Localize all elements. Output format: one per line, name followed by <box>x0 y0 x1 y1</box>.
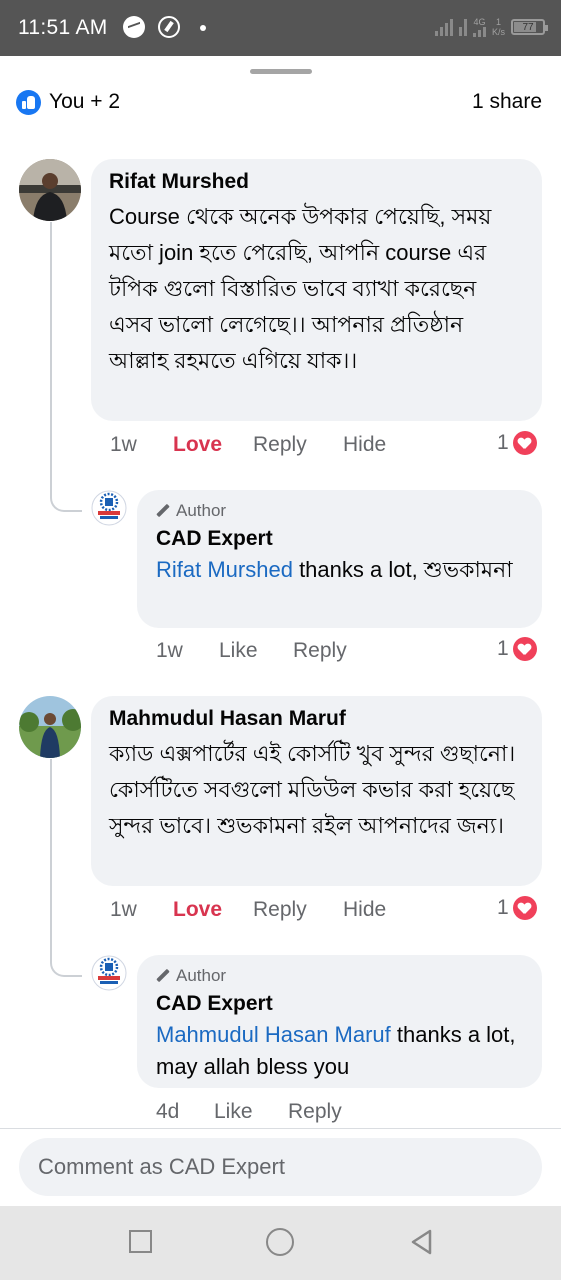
thread-line <box>50 759 52 959</box>
back-icon[interactable] <box>408 1228 436 1256</box>
signal-icon-3 <box>472 27 486 37</box>
network-indicator: 4G <box>472 17 486 37</box>
reply-bubble[interactable]: Author CAD Expert Mahmudul Hasan Maruf t… <box>137 955 542 1088</box>
comment-actions: 1w Love Reply Hide <box>110 896 386 924</box>
comment-time: 1w <box>110 433 137 456</box>
reply-text: Mahmudul Hasan Maruf thanks a lot, may a… <box>156 1022 516 1079</box>
battery-icon: 77 <box>511 19 548 35</box>
comment-composer[interactable] <box>19 1138 542 1196</box>
share-count[interactable]: 1 share <box>472 90 542 114</box>
thread-connector <box>50 959 82 977</box>
reaction-summary[interactable]: You + 2 <box>49 90 120 114</box>
author-badge: Author <box>156 500 523 522</box>
speed-indicator: 1 K/s <box>491 17 505 37</box>
heart-icon <box>512 637 537 661</box>
avatar[interactable] <box>19 696 81 758</box>
sheet-drag-handle[interactable] <box>250 69 312 74</box>
reply-time: 1w <box>156 639 183 662</box>
love-button[interactable]: Love <box>173 898 253 922</box>
reply-actions: 4d Like Reply <box>156 1098 342 1126</box>
clock: 11:51 AM <box>18 16 108 39</box>
status-bar: 11:51 AM 4G 1 K/s 77 <box>0 0 561 56</box>
heart-icon <box>512 431 537 455</box>
sync-icon <box>158 16 180 38</box>
reply-bubble[interactable]: Author CAD Expert Rifat Murshed thanks a… <box>137 490 542 628</box>
reply-text: Rifat Murshed thanks a lot, শুভকামনা <box>156 557 513 582</box>
reply-time: 4d <box>156 1100 180 1123</box>
reply-author[interactable]: CAD Expert <box>156 526 523 552</box>
notification-dot-icon <box>200 25 206 31</box>
messenger-icon <box>123 16 145 38</box>
composer-divider <box>0 1128 561 1129</box>
home-icon[interactable] <box>266 1228 294 1256</box>
like-icon <box>16 90 41 115</box>
mention-link[interactable]: Rifat Murshed <box>156 557 293 582</box>
comment-input[interactable] <box>19 1138 542 1196</box>
mention-link[interactable]: Mahmudul Hasan Maruf <box>156 1022 391 1047</box>
reply-button[interactable]: Reply <box>253 898 343 922</box>
comment-author[interactable]: Mahmudul Hasan Maruf <box>109 706 524 732</box>
comment-time: 1w <box>110 898 137 921</box>
reply-actions: 1w Like Reply <box>156 637 347 665</box>
status-indicators: 4G 1 K/s 77 <box>434 14 548 40</box>
comment-text: Course থেকে অনেক উপকার পেয়েছি, সময় মতো… <box>109 204 492 373</box>
reaction-count[interactable]: 1 <box>497 896 537 920</box>
recents-icon[interactable] <box>129 1230 152 1253</box>
comment-text: ক্যাড এক্সপার্টের এই কোর্সটি খুব সুন্দর … <box>109 741 516 838</box>
avatar[interactable] <box>91 955 127 991</box>
thread-connector <box>50 494 82 512</box>
comment-bubble[interactable]: Rifat Murshed Course থেকে অনেক উপকার পেয… <box>91 159 542 421</box>
pencil-icon <box>156 504 170 518</box>
avatar[interactable] <box>91 490 127 526</box>
comment-bubble[interactable]: Mahmudul Hasan Maruf ক্যাড এক্সপার্টের এ… <box>91 696 542 886</box>
reply-author[interactable]: CAD Expert <box>156 991 523 1017</box>
like-button[interactable]: Like <box>214 1100 288 1124</box>
like-button[interactable]: Like <box>219 639 293 663</box>
reaction-count[interactable]: 1 <box>497 637 537 661</box>
signal-icon-2 <box>458 18 467 36</box>
author-badge: Author <box>156 965 523 987</box>
comment-author[interactable]: Rifat Murshed <box>109 169 524 195</box>
heart-icon <box>512 896 537 920</box>
post-summary: You + 2 1 share <box>16 88 546 118</box>
pencil-icon <box>156 969 170 983</box>
reaction-count[interactable]: 1 <box>497 431 537 455</box>
thread-line <box>50 222 52 494</box>
avatar[interactable] <box>19 159 81 221</box>
comment-actions: 1w Love Reply Hide <box>110 431 386 459</box>
love-button[interactable]: Love <box>173 433 253 457</box>
system-nav-bar <box>0 1206 561 1280</box>
reply-button[interactable]: Reply <box>293 639 347 663</box>
reply-button[interactable]: Reply <box>253 433 343 457</box>
hide-button[interactable]: Hide <box>343 898 386 922</box>
reply-button[interactable]: Reply <box>288 1100 342 1124</box>
signal-icon <box>434 18 453 36</box>
hide-button[interactable]: Hide <box>343 433 386 457</box>
